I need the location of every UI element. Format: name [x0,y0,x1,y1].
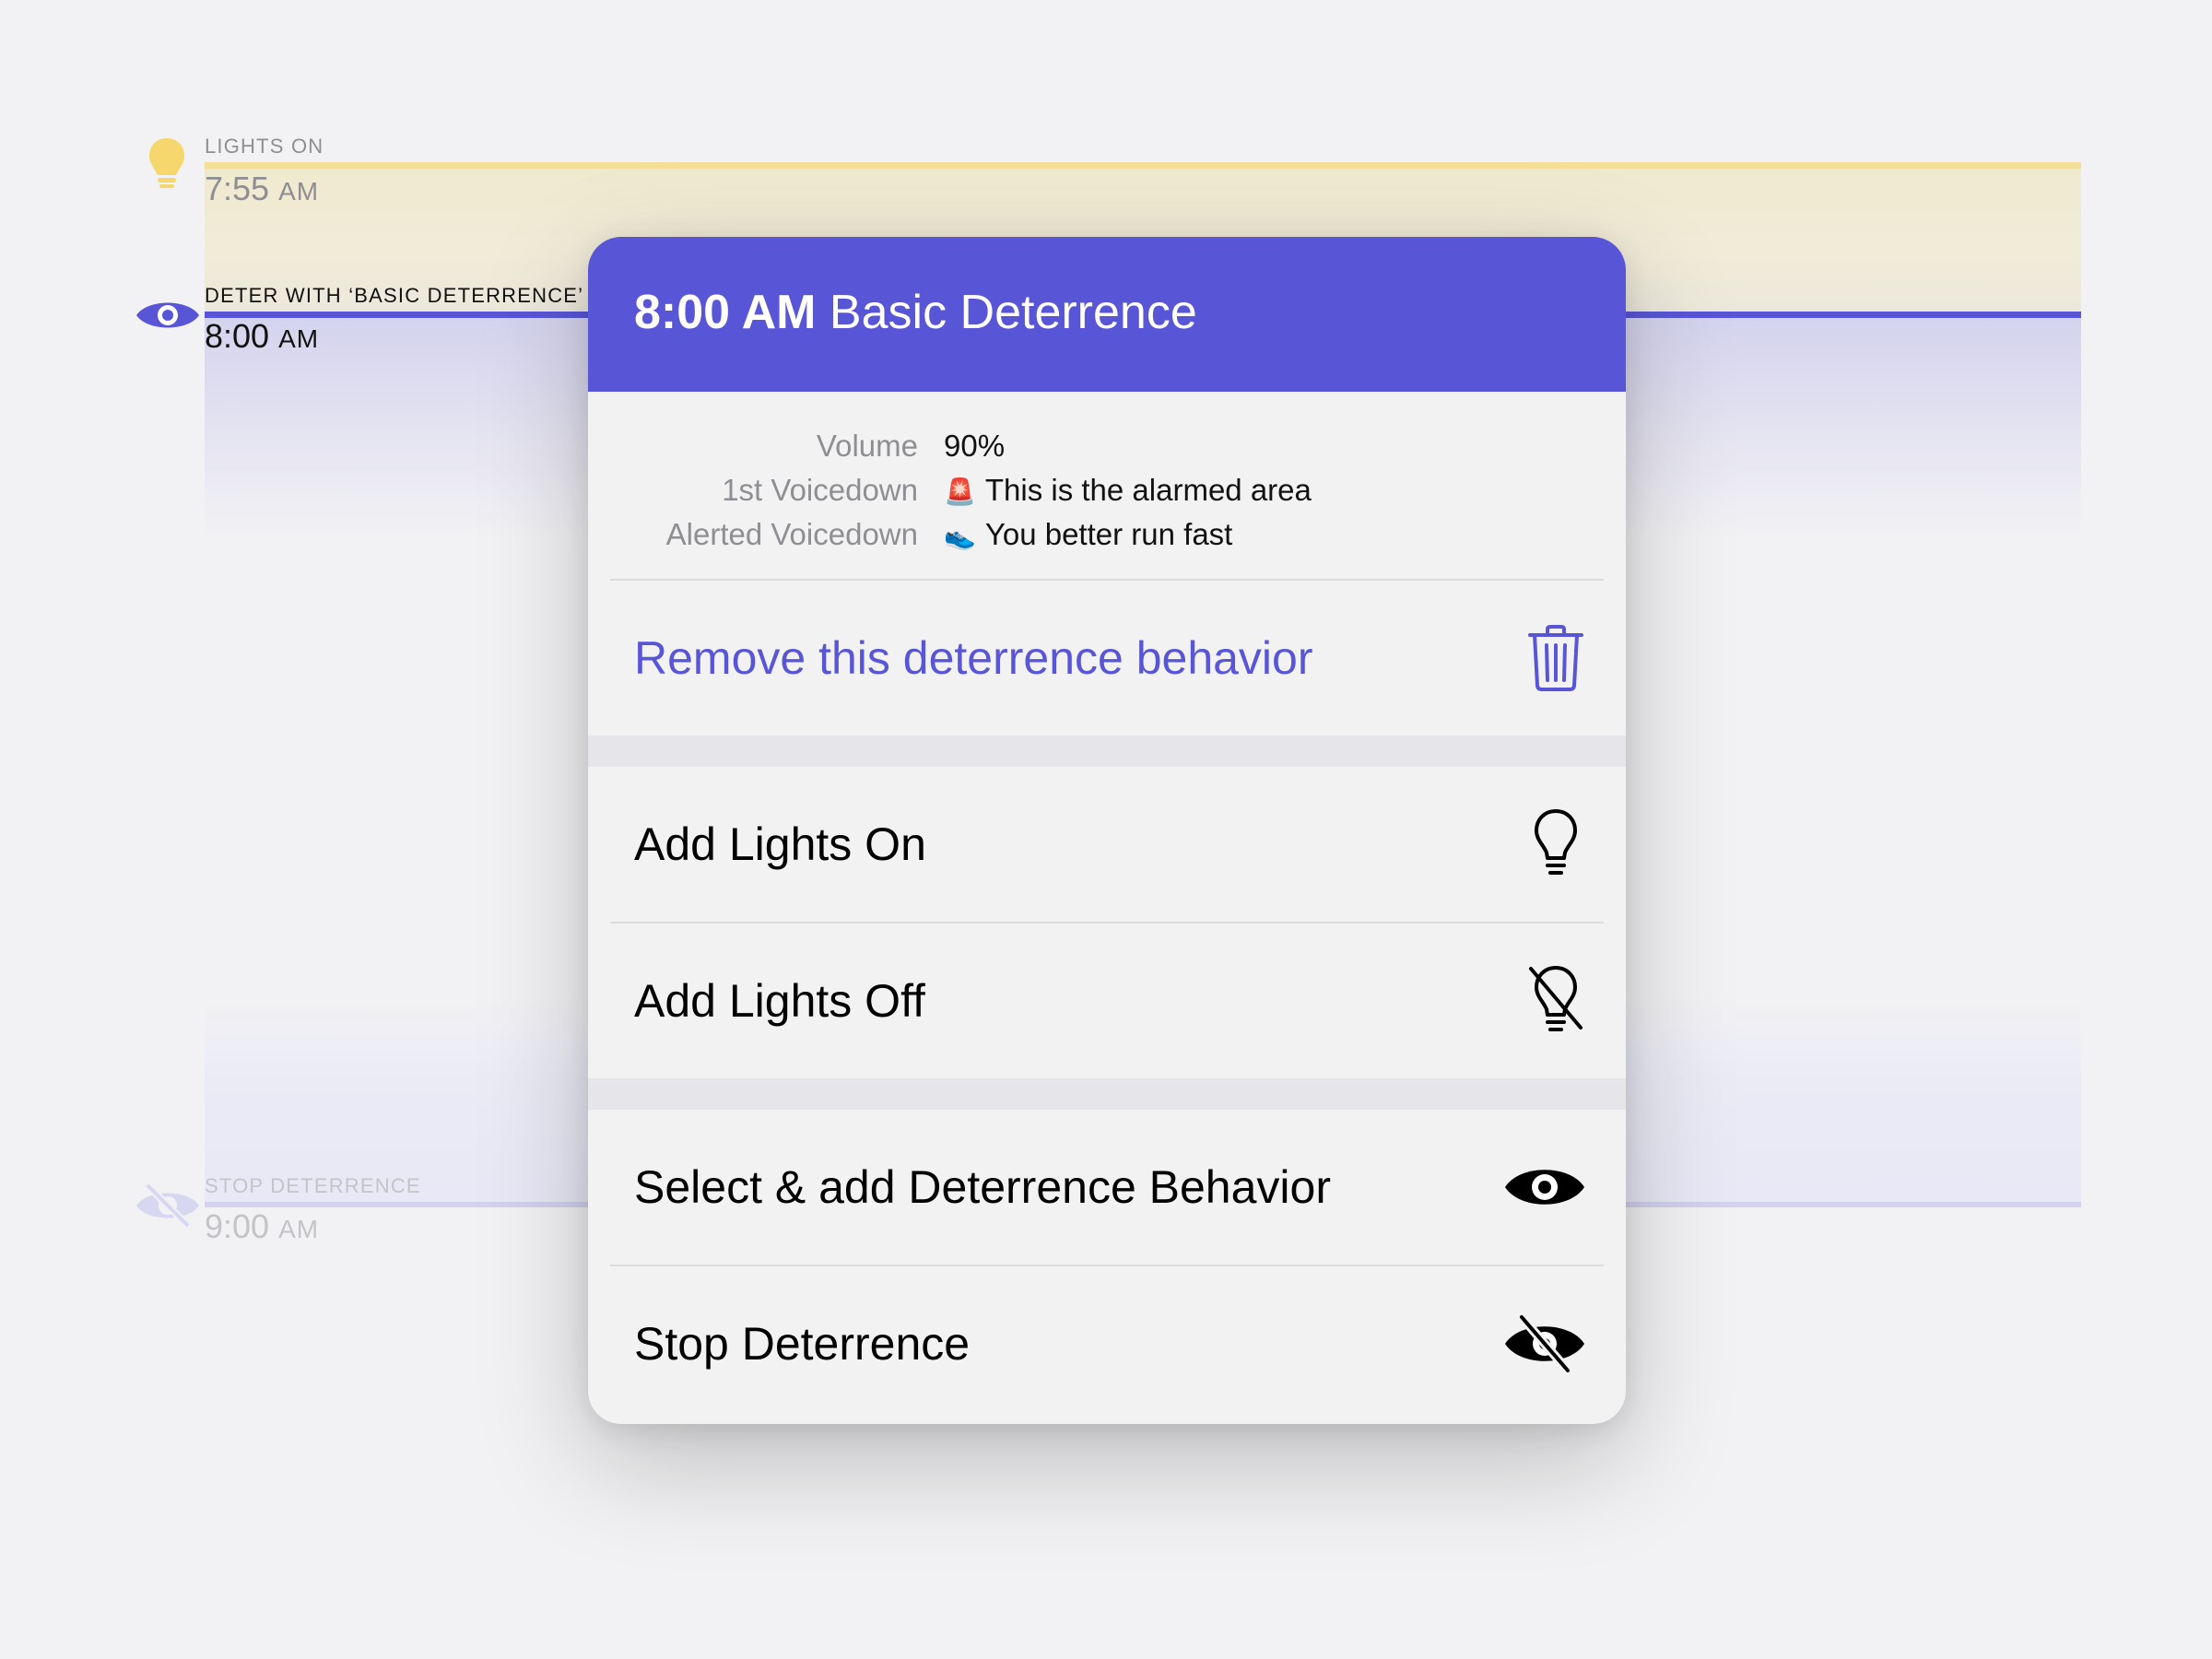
detail-key: Volume [816,429,918,463]
popover-title: 8:00 AM Basic Deterrence [634,285,1197,340]
time-ampm: AM [278,177,320,206]
shoe-emoji: 👟 [944,522,976,550]
action-label: Select & add Deterrence Behavior [634,1161,1331,1213]
add-lights-off-button[interactable]: Add Lights Off [588,924,1626,1078]
eye-slash-icon [1500,1307,1589,1381]
detail-key: Alerted Voicedown [665,517,918,551]
section-gap [588,1078,1626,1110]
detail-value-text: You better run fast [984,517,1233,551]
action-label: Remove this deterrence behavior [634,632,1313,684]
detail-value-text: 90% [944,429,1006,463]
lightbulb-icon [147,136,186,200]
eye-icon [1500,1150,1589,1224]
popover-header: 8:00 AM Basic Deterrence [588,237,1626,392]
action-label: Stop Deterrence [634,1318,971,1370]
detail-row-volume: Volume 90% [588,429,1626,473]
eye-icon [135,293,201,342]
header-title: Basic Deterrence [829,286,1197,339]
action-label: Add Lights On [634,818,926,870]
lights-on-line [205,162,2081,169]
trash-icon [1523,621,1589,695]
action-label: Add Lights Off [634,975,925,1027]
detail-key: 1st Voicedown [722,473,918,507]
lightbulb-slash-icon [1523,964,1589,1038]
detail-value-text: This is the alarmed area [984,473,1312,507]
time-ampm: AM [278,324,320,353]
time-value: 9:00 [205,1207,270,1245]
time-value: 7:55 [205,170,270,207]
remove-behavior-button[interactable]: Remove this deterrence behavior [588,581,1626,735]
select-add-deterrence-button[interactable]: Select & add Deterrence Behavior [588,1110,1626,1265]
timeline-event-time: 9:00 AM [205,1207,319,1246]
detail-value: 90% [944,429,1005,464]
timeline-event-time: 7:55 AM [205,170,319,208]
detail-value: 🚨 This is the alarmed area [944,473,1312,508]
detail-value: 👟 You better run fast [944,517,1232,552]
eye-slash-icon [135,1182,201,1234]
lightbulb-icon [1523,807,1589,881]
siren-emoji: 🚨 [944,477,976,506]
time-value: 8:00 [205,317,270,355]
header-time: 8:00 AM [634,286,817,339]
stop-deterrence-button[interactable]: Stop Deterrence [588,1266,1626,1421]
timeline-event-label: LIGHTS ON [205,135,324,158]
detail-row-alerted-voicedown: Alerted Voicedown 👟 You better run fast [588,517,1626,561]
timeline-event-label: DETER WITH ‘BASIC DETERRENCE’ [205,284,584,307]
detail-row-first-voicedown: 1st Voicedown 🚨 This is the alarmed area [588,473,1626,517]
section-gap [588,735,1626,767]
time-ampm: AM [278,1215,320,1243]
add-lights-on-button[interactable]: Add Lights On [588,767,1626,922]
deterrence-popover: 8:00 AM Basic Deterrence Volume 90% 1st … [588,237,1626,1424]
timeline-event-time: 8:00 AM [205,317,319,356]
timeline-event-label: STOP DETERRENCE [205,1174,421,1197]
